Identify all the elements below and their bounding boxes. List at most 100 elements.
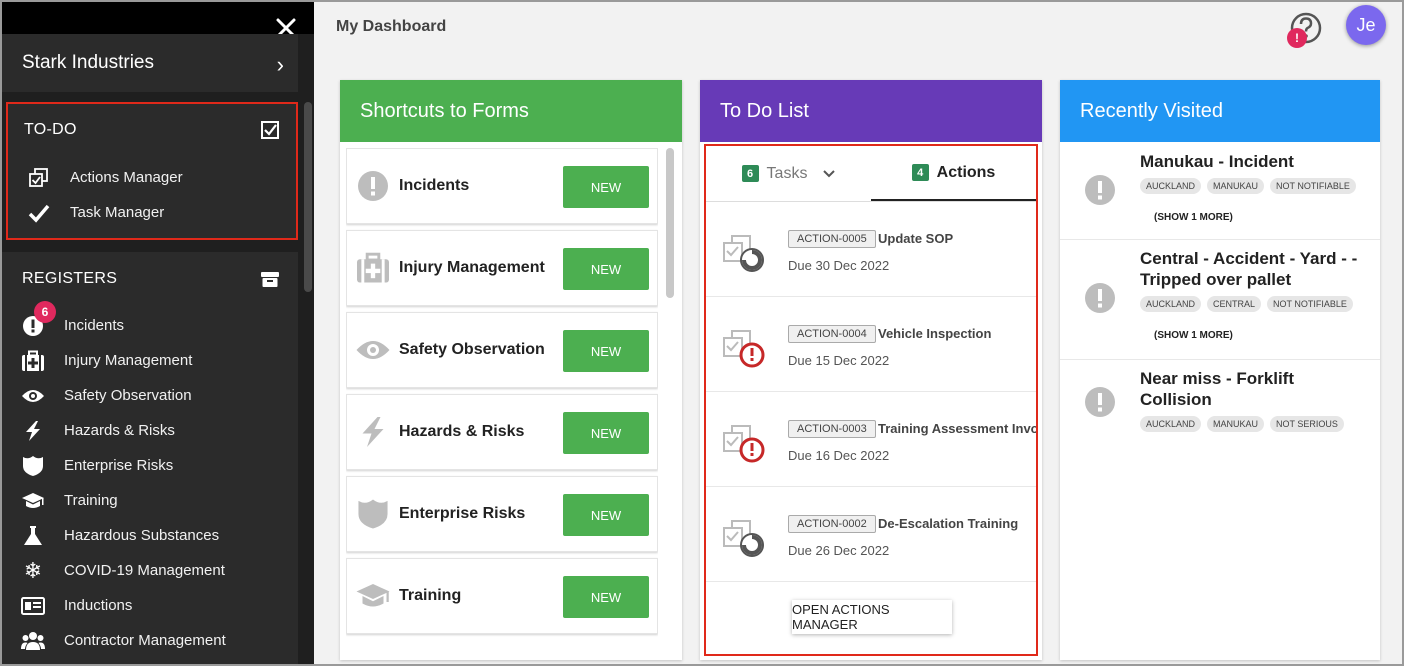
shortcut-hazards-risks: Hazards & Risks NEW	[346, 394, 658, 470]
action-title: Training Assessment Involv	[878, 421, 1038, 436]
action-row[interactable]: ACTION-0005 Update SOP Due 30 Dec 2022	[706, 202, 1036, 297]
todo-panel: 6 Tasks 4 Actions ACTION-0005 Update SOP…	[704, 144, 1038, 656]
action-row[interactable]: ACTION-0003 Training Assessment Involv D…	[706, 392, 1036, 487]
shortcuts-card: Shortcuts to Forms Incidents NEW Injury …	[340, 80, 682, 660]
sidebar-item-label: Training	[64, 492, 118, 509]
tab-actions[interactable]: 4 Actions	[871, 146, 1036, 201]
todo-section: TO-DO Actions Manager Task Manager	[6, 102, 298, 240]
chevron-down-icon	[823, 169, 836, 177]
sidebar-item-label: Incidents	[64, 317, 125, 334]
show-more-link[interactable]: (SHOW 1 MORE)	[1154, 212, 1233, 223]
actions-icon	[26, 167, 52, 189]
tag: AUCKLAND	[1140, 416, 1202, 432]
alert-icon	[1085, 387, 1115, 417]
tag: NOT SERIOUS	[1270, 416, 1344, 432]
tag: CENTRAL	[1207, 296, 1262, 312]
new-observation-button[interactable]: NEW	[563, 330, 649, 372]
new-injury-button[interactable]: NEW	[563, 248, 649, 290]
sidebar-item-incidents[interactable]: 6 Incidents	[2, 300, 298, 343]
sidebar-item-safety-observation[interactable]: Safety Observation	[2, 378, 298, 413]
new-incident-button[interactable]: NEW	[563, 166, 649, 208]
action-due-date: Due 26 Dec 2022	[788, 543, 890, 558]
sidebar-item-label: Safety Observation	[64, 387, 192, 404]
recent-item[interactable]: Central - Accident - Yard - - Tripped ov…	[1060, 240, 1380, 360]
tag: NOT NOTIFIABLE	[1270, 178, 1356, 194]
sidebar-item-actions-manager[interactable]: Actions Manager	[8, 160, 296, 195]
action-row[interactable]: ACTION-0004 Vehicle Inspection Due 15 De…	[706, 297, 1036, 392]
medical-kit-icon	[20, 350, 46, 372]
todo-header: To Do List	[700, 80, 1042, 142]
eye-icon	[20, 385, 46, 407]
sidebar-item-label: Hazardous Substances	[64, 527, 220, 544]
action-id: ACTION-0004	[788, 325, 876, 343]
sidebar-item-label: Hazards & Risks	[64, 422, 175, 439]
recent-item[interactable]: Near miss - Forklift Collision AUCKLAND …	[1060, 360, 1380, 450]
action-id: ACTION-0005	[788, 230, 876, 248]
sidebar-item-label: Enterprise Risks	[64, 457, 174, 474]
action-title: Vehicle Inspection	[878, 326, 992, 341]
sidebar-item-training[interactable]: Training	[2, 483, 298, 518]
recent-item-title: Manukau - Incident	[1140, 152, 1294, 171]
group-icon	[20, 630, 46, 652]
checkbox-icon[interactable]	[260, 120, 280, 140]
id-card-icon	[20, 595, 46, 617]
actions-count-badge: 4	[911, 164, 929, 181]
sidebar-item-hazards-risks[interactable]: Hazards & Risks	[2, 413, 298, 448]
action-overdue-icon	[723, 330, 765, 368]
shortcuts-scrollbar[interactable]	[666, 148, 674, 298]
open-actions-manager-button[interactable]: OPEN ACTIONS MANAGER	[792, 600, 952, 634]
sidebar-item-task-manager[interactable]: Task Manager	[8, 195, 296, 230]
todo-title: To Do List	[720, 99, 809, 122]
action-overdue-icon	[723, 425, 765, 463]
recent-item-title: Central - Accident - Yard - - Tripped ov…	[1140, 249, 1358, 289]
todo-card: To Do List 6 Tasks 4 Actions ACTION-0005…	[700, 80, 1042, 660]
flask-icon	[20, 525, 46, 547]
alert-icon	[1085, 175, 1115, 205]
sidebar-item-injury-management[interactable]: Injury Management	[2, 343, 298, 378]
avatar[interactable]: Je	[1346, 5, 1386, 45]
tab-tasks[interactable]: 6 Tasks	[706, 146, 871, 201]
sidebar-item-contractor-management[interactable]: Contractor Management	[2, 623, 298, 658]
shortcut-safety-observation: Safety Observation NEW	[346, 312, 658, 388]
recent-item-tags: AUCKLAND MANUKAU NOT NOTIFIABLE	[1140, 178, 1356, 194]
shortcut-injury-management: Injury Management NEW	[346, 230, 658, 306]
incidents-count-badge: 6	[34, 300, 56, 323]
help-alert-badge: !	[1287, 28, 1307, 48]
sidebar-item-label: Task Manager	[70, 204, 165, 221]
eye-icon	[353, 330, 393, 370]
sidebar-item-covid-19-management[interactable]: ❄ COVID-19 Management	[2, 553, 298, 588]
new-enterprise-risk-button[interactable]: NEW	[563, 494, 649, 536]
action-row[interactable]: ACTION-0002 De-Escalation Training Due 2…	[706, 487, 1036, 582]
lightning-icon	[20, 420, 46, 442]
show-more-link[interactable]: (SHOW 1 MORE)	[1154, 330, 1233, 341]
action-id: ACTION-0002	[788, 515, 876, 533]
registers-section: REGISTERS 6 Incidents Injury Management …	[2, 252, 298, 664]
sidebar-scrollbar[interactable]	[304, 102, 312, 292]
org-selector[interactable]: Stark Industries ›	[2, 34, 298, 92]
tasks-count-badge: 6	[741, 165, 759, 182]
main-content: My Dashboard ! Je Shortcuts to Forms Inc…	[314, 2, 1402, 664]
new-hazard-button[interactable]: NEW	[563, 412, 649, 454]
recent-item[interactable]: Manukau - Incident AUCKLAND MANUKAU NOT …	[1060, 142, 1380, 240]
recent-title: Recently Visited	[1080, 99, 1224, 122]
tab-label: Tasks	[766, 164, 808, 182]
archive-icon[interactable]	[260, 270, 280, 288]
alert-icon: 6	[20, 300, 56, 337]
sidebar-item-enterprise-risks[interactable]: Enterprise Risks	[2, 448, 298, 483]
tab-label: Actions	[936, 163, 996, 181]
lightning-icon	[353, 412, 393, 452]
sidebar-item-label: Contractor Management	[64, 632, 226, 649]
sidebar: Stark Industries › TO-DO Actions Manager…	[2, 2, 314, 664]
sidebar-item-label: Actions Manager	[70, 169, 183, 186]
action-id: ACTION-0003	[788, 420, 876, 438]
shortcuts-list: Incidents NEW Injury Management NEW Safe…	[346, 148, 658, 654]
sidebar-item-inductions[interactable]: Inductions	[2, 588, 298, 623]
new-training-button[interactable]: NEW	[563, 576, 649, 618]
shield-icon	[353, 494, 393, 534]
tag: MANUKAU	[1207, 416, 1265, 432]
tag: AUCKLAND	[1140, 296, 1202, 312]
sidebar-item-hazardous-substances[interactable]: Hazardous Substances	[2, 518, 298, 553]
todo-tabs: 6 Tasks 4 Actions	[706, 146, 1036, 202]
medical-kit-icon	[353, 248, 393, 288]
action-due-date: Due 15 Dec 2022	[788, 353, 890, 368]
